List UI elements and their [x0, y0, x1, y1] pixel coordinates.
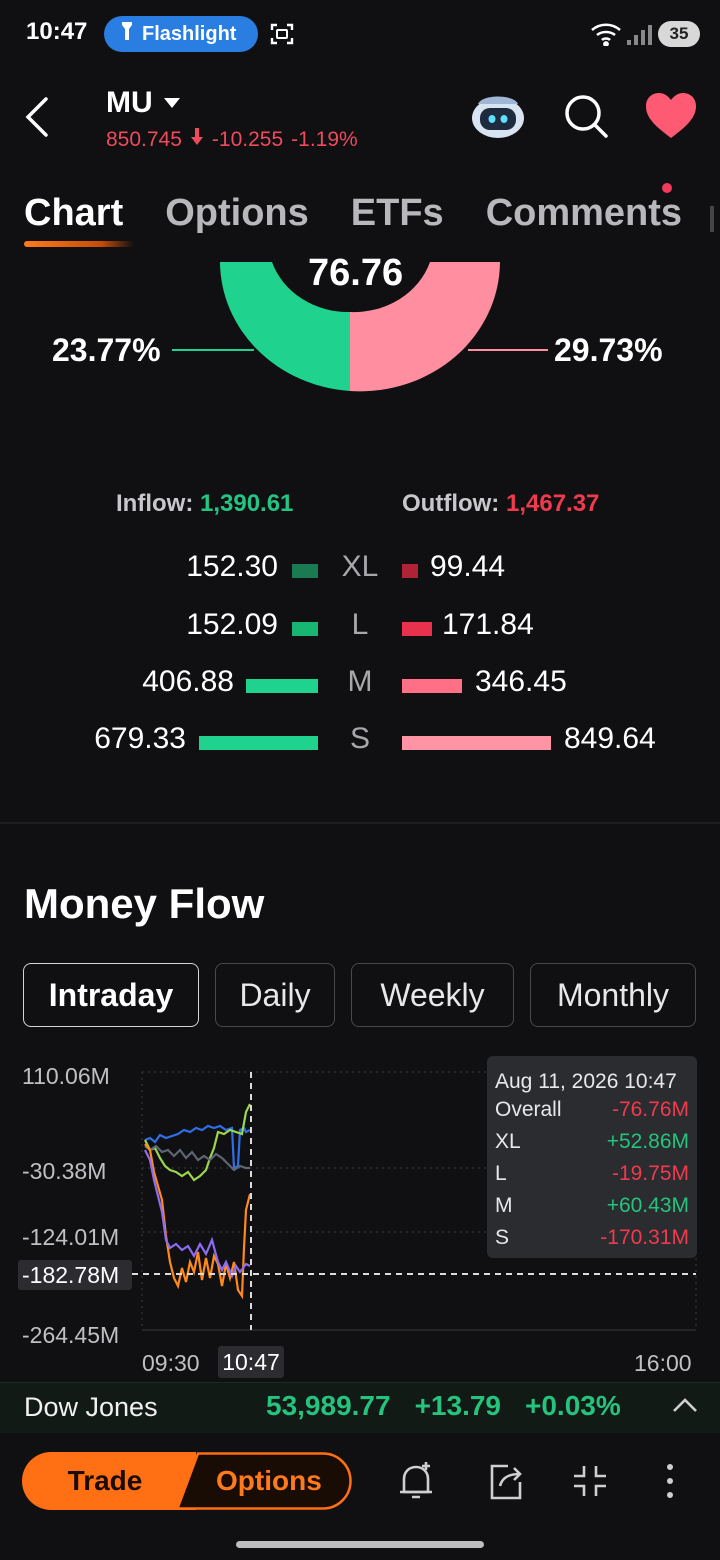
collapse-icon[interactable]: [570, 1460, 610, 1507]
period-intraday-button[interactable]: Intraday: [23, 963, 199, 1027]
search-icon[interactable]: [562, 92, 610, 145]
tab-underline: [24, 241, 134, 247]
flow-row-s: 679.33 S 849.64: [0, 722, 720, 762]
inflow-percentage: 23.77%: [52, 332, 161, 368]
signal-icon: [626, 24, 654, 51]
section-divider: [0, 822, 720, 824]
l-label: L: [351, 608, 369, 641]
index-change-pct: +0.03%: [525, 1390, 621, 1421]
flow-row-m: 406.88 M 346.45: [0, 665, 720, 705]
home-indicator[interactable]: [236, 1541, 484, 1548]
xl-inflow-bar: [292, 564, 318, 578]
index-name: Dow Jones: [24, 1392, 158, 1422]
more-vertical-icon[interactable]: [660, 1460, 680, 1507]
share-icon[interactable]: [486, 1460, 526, 1507]
tab-comments[interactable]: Comments: [486, 192, 682, 235]
chevron-up-icon[interactable]: [672, 1396, 698, 1419]
m-outflow-value: 346.45: [475, 665, 567, 698]
tab-options[interactable]: Options: [165, 192, 309, 235]
flashlight-icon: [120, 21, 134, 47]
tooltip-row-l: L -19.75M: [495, 1162, 689, 1185]
l-inflow-bar: [292, 622, 318, 636]
down-arrow-icon: [190, 128, 204, 152]
l-outflow-value: 171.84: [442, 608, 534, 641]
s-outflow-bar: [402, 736, 551, 750]
price: 850.745: [106, 128, 182, 151]
m-inflow-bar: [246, 679, 318, 693]
tooltip-date: Aug 11, 2026 10:47: [495, 1070, 677, 1093]
tooltip-row-overall: Overall -76.76M: [495, 1098, 689, 1121]
battery-indicator: 35: [658, 21, 700, 47]
flashlight-label: Flashlight: [142, 22, 237, 45]
robot-assistant-icon[interactable]: [470, 90, 526, 145]
ticker-symbol[interactable]: MU: [106, 86, 153, 120]
bell-plus-icon[interactable]: [396, 1460, 436, 1507]
outflow-percentage: 29.73%: [554, 332, 663, 368]
xl-outflow-value: 99.44: [430, 550, 506, 583]
tab-etfs[interactable]: ETFs: [351, 192, 444, 235]
flow-row-l: 152.09 L 171.84: [0, 608, 720, 648]
options-button[interactable]: Options: [176, 1452, 352, 1510]
tooltip-row-s: S -170.31M: [495, 1226, 689, 1249]
period-monthly-button[interactable]: Monthly: [530, 963, 696, 1027]
xl-label: XL: [341, 550, 379, 583]
x-axis-label: 16:00: [634, 1350, 692, 1376]
x-axis-label: 09:30: [142, 1350, 200, 1376]
comments-badge: [662, 183, 672, 193]
tab-scroll-indicator: [710, 206, 714, 232]
quote-line: 850.745 -10.255 -1.19%: [106, 128, 358, 152]
tab-bar: Chart Options ETFs Comments: [24, 192, 720, 247]
m-outflow-bar: [402, 679, 462, 693]
flashlight-pill[interactable]: Flashlight: [104, 16, 258, 52]
l-inflow-value: 152.09: [186, 608, 278, 641]
x-crosshair-label: 10:47: [218, 1346, 284, 1378]
inflow-total: Inflow: 1,390.61: [116, 490, 294, 517]
s-label: S: [349, 722, 370, 755]
money-flow-title: Money Flow: [24, 880, 265, 927]
period-daily-button[interactable]: Daily: [215, 963, 335, 1027]
tooltip-row-xl: XL +52.86M: [495, 1130, 689, 1153]
m-label: M: [347, 665, 373, 698]
price-change-pct: -1.19%: [291, 128, 358, 151]
back-arrow-icon[interactable]: [22, 96, 52, 143]
period-weekly-button[interactable]: Weekly: [351, 963, 514, 1027]
l-outflow-bar: [402, 622, 432, 636]
chart-tooltip: Aug 11, 2026 10:47 Overall -76.76M XL +52.…: [487, 1056, 697, 1258]
tab-chart[interactable]: Chart: [24, 192, 134, 247]
xl-outflow-bar: [402, 564, 418, 578]
donut-center-value: 76.76: [308, 252, 404, 294]
tooltip-row-m: M +60.43M: [495, 1194, 689, 1217]
price-change: -10.255: [211, 128, 284, 151]
flow-row-xl: 152.30 XL 99.44: [0, 550, 720, 590]
ticker-dropdown-icon[interactable]: [164, 98, 180, 108]
s-outflow-value: 849.64: [564, 722, 656, 755]
index-quote: 53,989.77 +13.79 +0.03%: [266, 1390, 621, 1422]
outflow-total: Outflow: 1,467.37: [402, 490, 600, 517]
index-value: 53,989.77: [266, 1390, 391, 1421]
heart-icon[interactable]: [644, 92, 698, 145]
trade-button[interactable]: Trade: [22, 1452, 196, 1510]
s-inflow-value: 679.33: [94, 722, 186, 755]
wifi-icon: [590, 22, 622, 51]
status-time: 10:47: [26, 18, 88, 45]
xl-inflow-value: 152.30: [186, 550, 278, 583]
options-label: Options: [216, 1465, 322, 1496]
index-change: +13.79: [414, 1390, 501, 1421]
s-inflow-bar: [199, 736, 318, 750]
m-inflow-value: 406.88: [142, 665, 234, 698]
screen-record-icon: [270, 22, 294, 46]
